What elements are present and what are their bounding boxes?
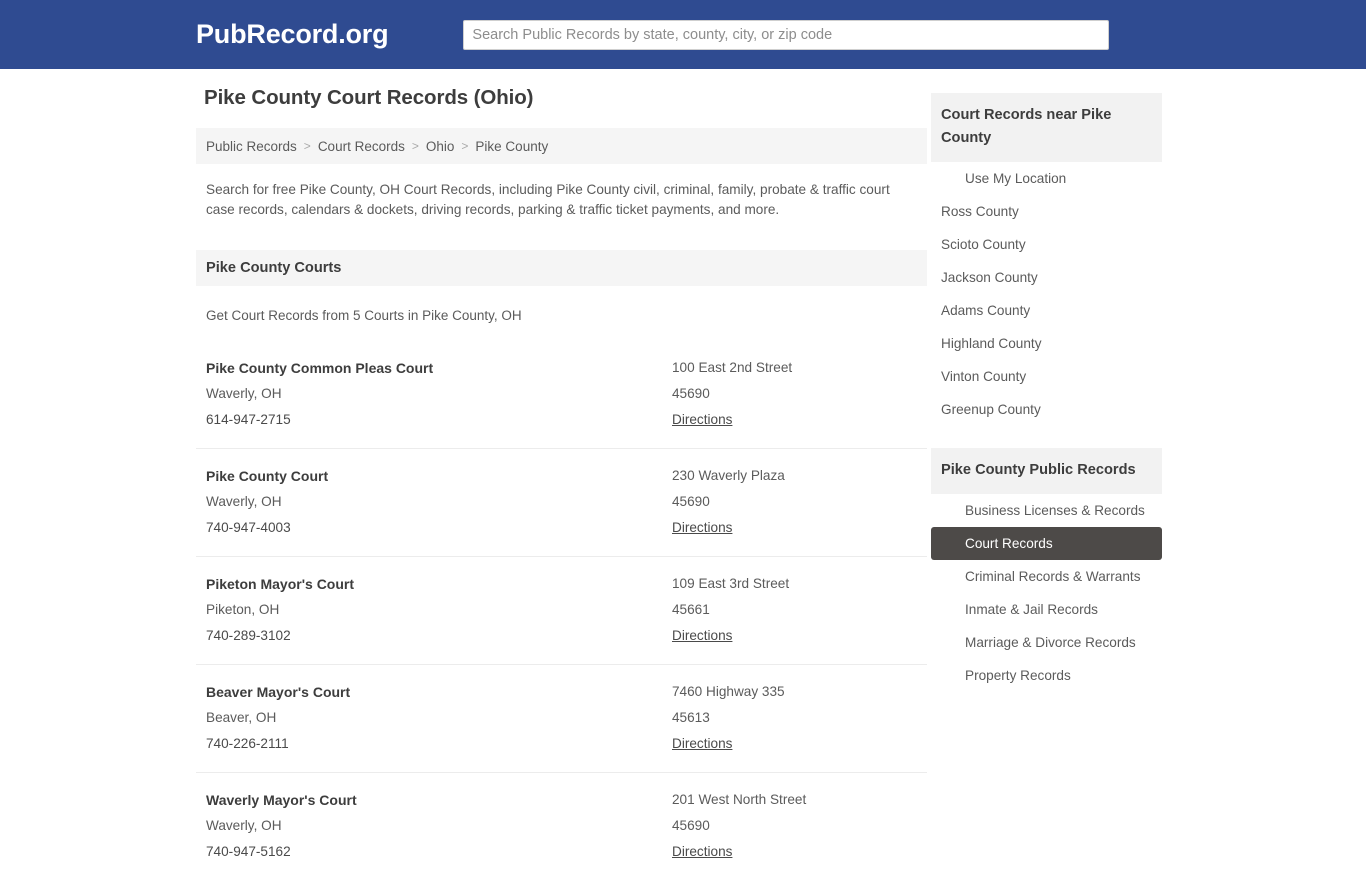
court-phone-link[interactable]: 614-947-2715 — [206, 407, 672, 433]
court-left-column: Waverly Mayor's Court Waverly, OH 740-94… — [206, 787, 672, 865]
court-zip: 45613 — [672, 710, 710, 725]
court-left-column: Piketon Mayor's Court Piketon, OH 740-28… — [206, 571, 672, 649]
court-name-link[interactable]: Beaver Mayor's Court — [206, 679, 672, 705]
table-row: Beaver Mayor's Court Beaver, OH 740-226-… — [196, 664, 927, 772]
courts-section-subtitle: Get Court Records from 5 Courts in Pike … — [206, 308, 522, 323]
court-right-column: 7460 Highway 335 45613 Directions — [672, 679, 917, 757]
court-left-column: Pike County Common Pleas Court Waverly, … — [206, 355, 672, 433]
breadcrumb-separator: > — [411, 139, 419, 153]
court-name-link[interactable]: Waverly Mayor's Court — [206, 787, 672, 813]
sidebar-item-scioto-county[interactable]: Scioto County — [931, 228, 1162, 261]
sidebar: Court Records near Pike County Use My Lo… — [931, 86, 1162, 692]
directions-link[interactable]: Directions — [672, 623, 732, 649]
sidebar-public-records-title: Pike County Public Records — [941, 462, 1136, 478]
court-right-column: 100 East 2nd Street 45690 Directions — [672, 355, 917, 433]
directions-link[interactable]: Directions — [672, 839, 732, 865]
court-left-column: Pike County Court Waverly, OH 740-947-40… — [206, 463, 672, 541]
breadcrumb-item-ohio[interactable]: Ohio — [426, 139, 455, 154]
page-body: Pike County Court Records (Ohio) Public … — [0, 69, 1366, 880]
courts-section-header: Pike County Courts — [196, 250, 927, 286]
court-right-column: 109 East 3rd Street 45661 Directions — [672, 571, 917, 649]
court-phone-link[interactable]: 740-947-4003 — [206, 515, 672, 541]
directions-link[interactable]: Directions — [672, 731, 732, 757]
sidebar-item-jackson-county[interactable]: Jackson County — [931, 261, 1162, 294]
search-container — [463, 19, 1110, 50]
site-header: PubRecord.org — [0, 0, 1366, 69]
breadcrumb-item-public-records[interactable]: Public Records — [206, 139, 297, 154]
court-zip: 45661 — [672, 602, 710, 617]
sidebar-item-property-records[interactable]: Property Records — [931, 659, 1162, 692]
court-city-state: Beaver, OH — [206, 710, 277, 725]
breadcrumb-separator: > — [461, 139, 469, 153]
sidebar-nearby-title: Court Records near Pike County — [941, 107, 1112, 146]
court-city-state: Waverly, OH — [206, 494, 282, 509]
court-right-column: 230 Waverly Plaza 45690 Directions — [672, 463, 917, 541]
table-row: Waverly Mayor's Court Waverly, OH 740-94… — [196, 772, 927, 880]
court-name-link[interactable]: Pike County Common Pleas Court — [206, 355, 672, 381]
court-phone-link[interactable]: 740-289-3102 — [206, 623, 672, 649]
courts-section-title: Pike County Courts — [206, 260, 342, 276]
sidebar-item-greenup-county[interactable]: Greenup County — [931, 393, 1162, 426]
site-logo[interactable]: PubRecord.org — [196, 19, 389, 50]
court-list: Pike County Common Pleas Court Waverly, … — [196, 341, 927, 880]
court-name-link[interactable]: Piketon Mayor's Court — [206, 571, 672, 597]
sidebar-public-records-list: Business Licenses & Records Court Record… — [931, 494, 1162, 692]
sidebar-item-ross-county[interactable]: Ross County — [931, 195, 1162, 228]
sidebar-item-business-licenses[interactable]: Business Licenses & Records — [931, 494, 1162, 527]
court-right-column: 201 West North Street 45690 Directions — [672, 787, 917, 865]
sidebar-item-court-records[interactable]: Court Records — [931, 527, 1162, 560]
court-city-state: Waverly, OH — [206, 818, 282, 833]
sidebar-nearby-list: Use My Location Ross County Scioto Count… — [931, 162, 1162, 426]
sidebar-item-use-my-location[interactable]: Use My Location — [931, 162, 1162, 195]
court-left-column: Beaver Mayor's Court Beaver, OH 740-226-… — [206, 679, 672, 757]
breadcrumb: Public Records > Court Records > Ohio > … — [196, 128, 927, 164]
breadcrumb-item-court-records[interactable]: Court Records — [318, 139, 405, 154]
court-city-state: Piketon, OH — [206, 602, 280, 617]
court-street: 109 East 3rd Street — [672, 576, 790, 591]
table-row: Pike County Court Waverly, OH 740-947-40… — [196, 448, 927, 556]
sidebar-nearby-header: Court Records near Pike County — [931, 93, 1162, 162]
page-description: Search for free Pike County, OH Court Re… — [206, 182, 890, 217]
court-zip: 45690 — [672, 386, 710, 401]
sidebar-item-highland-county[interactable]: Highland County — [931, 327, 1162, 360]
breadcrumb-separator: > — [303, 139, 311, 153]
sidebar-item-marriage-divorce-records[interactable]: Marriage & Divorce Records — [931, 626, 1162, 659]
sidebar-item-inmate-jail-records[interactable]: Inmate & Jail Records — [931, 593, 1162, 626]
court-phone-link[interactable]: 740-226-2111 — [206, 731, 672, 757]
search-input[interactable] — [463, 19, 1110, 50]
main-content: Pike County Court Records (Ohio) Public … — [196, 86, 927, 880]
court-zip: 45690 — [672, 818, 710, 833]
court-street: 230 Waverly Plaza — [672, 468, 785, 483]
court-name-link[interactable]: Pike County Court — [206, 463, 672, 489]
court-street: 201 West North Street — [672, 792, 807, 807]
directions-link[interactable]: Directions — [672, 515, 732, 541]
table-row: Pike County Common Pleas Court Waverly, … — [196, 341, 927, 448]
sidebar-item-criminal-records[interactable]: Criminal Records & Warrants — [931, 560, 1162, 593]
court-street: 100 East 2nd Street — [672, 360, 793, 375]
court-street: 7460 Highway 335 — [672, 684, 785, 699]
sidebar-item-vinton-county[interactable]: Vinton County — [931, 360, 1162, 393]
table-row: Piketon Mayor's Court Piketon, OH 740-28… — [196, 556, 927, 664]
sidebar-public-records-header: Pike County Public Records — [931, 448, 1162, 494]
sidebar-item-adams-county[interactable]: Adams County — [931, 294, 1162, 327]
page-title: Pike County Court Records (Ohio) — [204, 86, 534, 109]
court-zip: 45690 — [672, 494, 710, 509]
court-city-state: Waverly, OH — [206, 386, 282, 401]
directions-link[interactable]: Directions — [672, 407, 732, 433]
court-phone-link[interactable]: 740-947-5162 — [206, 839, 672, 865]
breadcrumb-item-pike-county[interactable]: Pike County — [475, 139, 548, 154]
